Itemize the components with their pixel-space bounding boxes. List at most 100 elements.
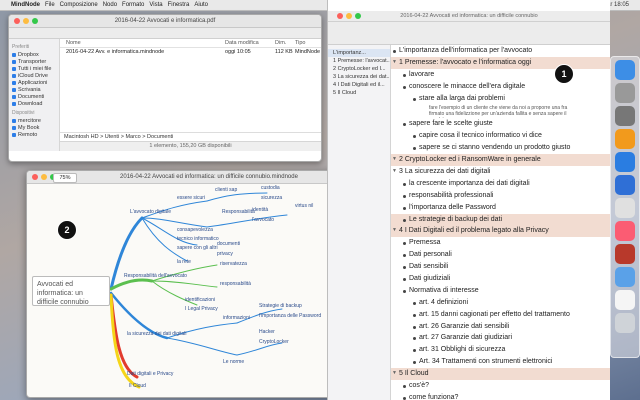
outline-row[interactable]: lavorare	[391, 69, 610, 81]
sidebar-device-1[interactable]: mercitore	[12, 117, 56, 124]
node-16[interactable]: riservatezza	[220, 261, 247, 267]
disclosure-triangle-icon[interactable]: ▼	[392, 154, 397, 166]
outline-row[interactable]: ▼ 1 Premesse: l'avvocato e l'informatica …	[391, 56, 610, 69]
node-13[interactable]: privacy	[217, 251, 233, 257]
menu-file[interactable]: File	[45, 2, 55, 8]
node-27[interactable]: Dati digitali e Privacy	[127, 371, 174, 377]
outline-row[interactable]: Art. 34 Trattamenti con strumenti elettr…	[391, 356, 610, 368]
outline-row[interactable]: conoscere le minacce dell'era digitale	[391, 81, 610, 93]
col-size[interactable]: Dim.	[275, 40, 295, 46]
outline-row[interactable]: fare l'esempio di un cliente che viene d…	[391, 104, 610, 118]
outline-row[interactable]: Dati personali	[391, 249, 610, 261]
close-button[interactable]	[32, 174, 38, 180]
selected-root-node[interactable]: Avvocati ed informatica: un difficile co…	[32, 276, 110, 306]
node-6[interactable]: identità	[252, 207, 268, 213]
outline-row[interactable]: art. 26 Garanzie dati sensibili	[391, 321, 610, 333]
sidebar-device-3[interactable]: Remoto	[12, 131, 56, 138]
maps-icon[interactable]	[615, 267, 635, 287]
outline-row[interactable]: sapere se ci stanno vendendo un prodotto…	[391, 142, 610, 154]
disclosure-triangle-icon[interactable]: ▼	[392, 166, 397, 178]
outline-row[interactable]: cos'è?	[391, 380, 610, 392]
launchpad-icon[interactable]	[615, 83, 635, 103]
col-kind[interactable]: Tipo	[295, 40, 321, 46]
outline-row[interactable]: Le strategie di backup dei dati	[391, 213, 610, 226]
sidebar-item-documents[interactable]: Documenti	[12, 93, 56, 100]
outline-row[interactable]: L'importanza dell'informatica per l'avvo…	[391, 45, 610, 57]
menu-node[interactable]: Nodo	[103, 2, 117, 8]
sidebar-item-desktop[interactable]: Scrivania	[12, 86, 56, 93]
sidebar-device-2[interactable]: My Book	[12, 124, 56, 131]
outline-row[interactable]: come funziona?	[391, 392, 610, 400]
node-20[interactable]: la sicurezza dei dati digitali	[127, 331, 186, 337]
outline-row[interactable]: ▼ 5 Il Cloud	[391, 368, 610, 381]
node-28[interactable]: Il Cloud	[129, 383, 146, 389]
nav-item[interactable]: 5 Il Cloud	[328, 89, 390, 97]
outline-row[interactable]: capire cosa il tecnico informatico vi di…	[391, 130, 610, 142]
sidebar-item-all-files[interactable]: Tutti i miei file	[12, 65, 56, 72]
outline-row[interactable]: l'importanza delle Password	[391, 202, 610, 214]
outline-row[interactable]: ▼ 3 La sicurezza dei dati digitali	[391, 166, 610, 178]
node-19[interactable]: I Legal Privacy	[185, 306, 218, 312]
node-4[interactable]: sicurezza	[261, 195, 282, 201]
node-8[interactable]: virtus nil	[295, 203, 313, 209]
outline-row[interactable]: art. 27 Garanzie dati giudiziari	[391, 332, 610, 344]
minimize-button[interactable]	[41, 174, 47, 180]
nav-item[interactable]: 1 Premesse: l'avvocat...	[328, 57, 390, 65]
node-23[interactable]: l'importanza delle Password	[259, 313, 321, 319]
clock-icon[interactable]	[615, 198, 635, 218]
finder-app-icon[interactable]	[615, 60, 635, 80]
outline-row[interactable]: Dati giudiziali	[391, 273, 610, 285]
outline-row[interactable]: Dati sensibili	[391, 261, 610, 273]
system-prefs-icon[interactable]	[615, 106, 635, 126]
node-2[interactable]: clienti sap	[215, 187, 237, 193]
node-3[interactable]: custodia	[261, 185, 280, 191]
nav-item[interactable]: L'importanz...	[328, 49, 390, 57]
sidebar-item-icloud[interactable]: iCloud Drive	[12, 72, 56, 79]
sidebar-item-downloads[interactable]: Download	[12, 100, 56, 107]
sidebar-item-transporter[interactable]: Transporter	[12, 58, 56, 65]
node-10[interactable]: tecnico informatico	[177, 236, 219, 242]
node-9[interactable]: consapevolezza	[177, 227, 213, 233]
nav-item[interactable]: 4 I Dati Digitali ed il...	[328, 81, 390, 89]
node-15[interactable]: Responsabilità dell'avvocato	[124, 273, 187, 279]
zoom-button[interactable]	[32, 18, 38, 24]
menu-format[interactable]: Formato	[122, 2, 144, 8]
zoom-control[interactable]: 75%	[53, 173, 77, 183]
node-0[interactable]: L'avvocato digitale	[130, 209, 171, 215]
node-26[interactable]: Le norme	[223, 359, 244, 365]
node-25[interactable]: CryptoLocker	[259, 339, 289, 345]
node-14[interactable]: la rete	[177, 259, 191, 265]
sidebar-item-applications[interactable]: Applicazioni	[12, 79, 56, 86]
node-12[interactable]: documenti	[217, 241, 240, 247]
outline-row[interactable]: Normativa di interesse	[391, 285, 610, 297]
outline-row[interactable]: ▼ 2 CryptoLocker ed i RansomWare in gener…	[391, 154, 610, 167]
table-row[interactable]: 2016-04-22 Avv. e informatica.mindnode o…	[60, 48, 321, 56]
outline-row[interactable]: sapere fare le scelte giuste	[391, 118, 610, 130]
node-5[interactable]: Responsabilità	[222, 209, 255, 215]
col-date[interactable]: Data modifica	[225, 40, 275, 46]
node-1[interactable]: essere sicuri	[177, 195, 205, 201]
trash-icon[interactable]	[615, 313, 635, 333]
path-bar[interactable]: Macintosh HD > Utenti > Marco > Document…	[60, 132, 321, 141]
close-button[interactable]	[337, 13, 343, 19]
nav-item[interactable]: 3 La sicurezza dei dat...	[328, 73, 390, 81]
firefox-icon[interactable]	[615, 129, 635, 149]
node-7[interactable]: l'avvocato	[252, 217, 274, 223]
outline-row[interactable]: Premessa	[391, 237, 610, 249]
outline-row[interactable]: art. 4 definizioni	[391, 297, 610, 309]
disclosure-triangle-icon[interactable]: ▼	[392, 57, 397, 69]
outline-row[interactable]: la crescente importanza dei dati digital…	[391, 178, 610, 190]
menu-window[interactable]: Finestra	[168, 2, 190, 8]
node-21[interactable]: informazioni	[223, 315, 250, 321]
document-icon[interactable]	[615, 290, 635, 310]
menu-app-name[interactable]: MindNode	[11, 2, 40, 8]
outline-row[interactable]: responsabilità professionali	[391, 190, 610, 202]
minimize-button[interactable]	[23, 18, 29, 24]
zoom-button[interactable]	[355, 13, 361, 19]
menu-composition[interactable]: Composizione	[60, 2, 98, 8]
teamviewer-icon[interactable]	[615, 152, 635, 172]
outline-row[interactable]: art. 31 Obblighi di sicurezza	[391, 344, 610, 356]
menu-help[interactable]: Aiuto	[194, 2, 208, 8]
nav-item[interactable]: 2 CryptoLocker ed I...	[328, 65, 390, 73]
music-icon[interactable]	[615, 221, 635, 241]
